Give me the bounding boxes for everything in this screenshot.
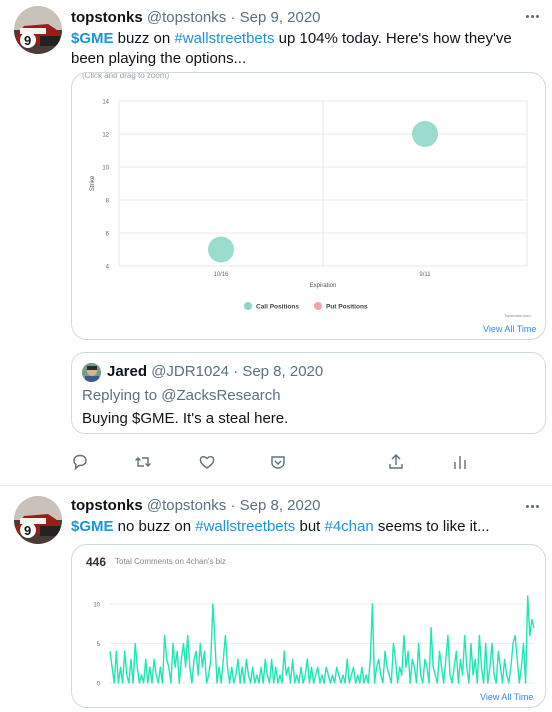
race-car-avatar-image: 9	[14, 496, 62, 544]
y-tick-label: 10	[102, 166, 109, 172]
data-point	[208, 236, 234, 263]
more-options-icon[interactable]	[522, 496, 542, 516]
y-tick-label: 6	[106, 232, 110, 238]
tweet-actions	[0, 452, 552, 472]
view-all-time-link[interactable]: View All Time	[483, 324, 536, 334]
y-tick-label: 12	[102, 133, 109, 139]
hashtag-link[interactable]: #wallstreetbets	[195, 518, 295, 535]
cashtag-link[interactable]: $GME	[71, 30, 114, 47]
comments-line-chart[interactable]: 0 5 10	[72, 545, 546, 708]
x-tick-label: 10/16	[213, 272, 229, 278]
avatar[interactable]: 9	[14, 6, 62, 54]
replying-to: Replying to @ZacksResearch	[82, 387, 281, 404]
cashtag-link[interactable]: $GME	[71, 518, 114, 535]
series-line	[109, 595, 535, 684]
data-point	[412, 121, 438, 147]
tweet-text: $GME buzz on #wallstreetbets up 104% tod…	[71, 30, 512, 67]
handle[interactable]: @topstonks	[147, 497, 226, 514]
legend-marker	[244, 302, 252, 310]
hashtag-link[interactable]: #wallstreetbets	[174, 30, 274, 47]
tweet-header: topstonks @topstonks · Sep 9, 2020	[71, 8, 321, 28]
timestamp[interactable]: Sep 8, 2020	[240, 497, 321, 514]
y-tick-label: 5	[97, 642, 101, 648]
legend-label: Call Positions	[256, 304, 299, 311]
quote-text: Buying $GME. It's a steal here.	[82, 410, 289, 427]
quote-timestamp[interactable]: Sep 8, 2020	[242, 363, 323, 380]
like-icon[interactable]	[197, 452, 217, 472]
replying-to-link[interactable]: @ZacksResearch	[161, 387, 280, 404]
avatar[interactable]: 9	[14, 496, 62, 544]
separator: ·	[230, 497, 236, 514]
reply-icon[interactable]	[70, 452, 90, 472]
x-axis-label: Expiration	[310, 283, 337, 289]
legend-marker	[314, 302, 322, 310]
avatar-image	[82, 363, 101, 382]
legend-label: Put Positions	[326, 304, 368, 311]
comments-chart-card[interactable]: 446 Total Comments on 4chan's biz 0 5 10 V…	[71, 544, 546, 708]
display-name[interactable]: topstonks	[71, 9, 143, 26]
topics-icon[interactable]	[268, 452, 288, 472]
quote-avatar[interactable]	[82, 363, 101, 382]
y-tick-label: 14	[102, 100, 109, 106]
timestamp[interactable]: Sep 9, 2020	[240, 9, 321, 26]
view-all-time-link[interactable]: View All Time	[480, 692, 533, 702]
more-options-icon[interactable]	[522, 6, 542, 26]
tweet-2[interactable]: 9 topstonks @topstonks · Sep 8, 2020 $GM…	[0, 486, 552, 712]
quote-header: Jared @JDR1024 · Sep 8, 2020	[107, 363, 324, 380]
svg-text:9: 9	[24, 523, 31, 538]
svg-text:9: 9	[24, 33, 31, 48]
x-tick-label: 9/11	[419, 272, 431, 278]
tweet-1[interactable]: 9 topstonks @topstonks · Sep 9, 2020 $GM…	[0, 0, 552, 486]
options-scatter-chart[interactable]: 4 6 8 10 12 14 10/16 9/11 Expiration Strike Call P…	[72, 73, 546, 340]
y-tick-label: 8	[106, 199, 110, 205]
y-tick-label: 0	[97, 682, 101, 688]
y-tick-label: 4	[106, 265, 110, 271]
race-car-avatar-image: 9	[14, 6, 62, 54]
quote-handle[interactable]: @JDR1024	[151, 363, 229, 380]
quoted-tweet[interactable]: Jared @JDR1024 · Sep 8, 2020 Replying to…	[71, 352, 546, 434]
brand-watermark: Topstonks.com	[504, 313, 531, 318]
handle[interactable]: @topstonks	[147, 9, 226, 26]
share-icon[interactable]	[386, 452, 406, 472]
hashtag-link[interactable]: #4chan	[325, 518, 374, 535]
y-tick-label: 10	[93, 602, 100, 608]
y-axis-label: Strike	[90, 175, 96, 191]
tweet-header: topstonks @topstonks · Sep 8, 2020	[71, 496, 321, 516]
options-chart-card[interactable]: (Click and drag to zoom) 4 6 8 10 12 14 10/16 9…	[71, 72, 546, 340]
quote-display-name[interactable]: Jared	[107, 363, 147, 380]
display-name[interactable]: topstonks	[71, 497, 143, 514]
tweet-text: $GME no buzz on #wallstreetbets but #4ch…	[71, 518, 490, 535]
analytics-icon[interactable]	[450, 452, 470, 472]
separator: ·	[230, 9, 236, 26]
retweet-icon[interactable]	[133, 452, 153, 472]
